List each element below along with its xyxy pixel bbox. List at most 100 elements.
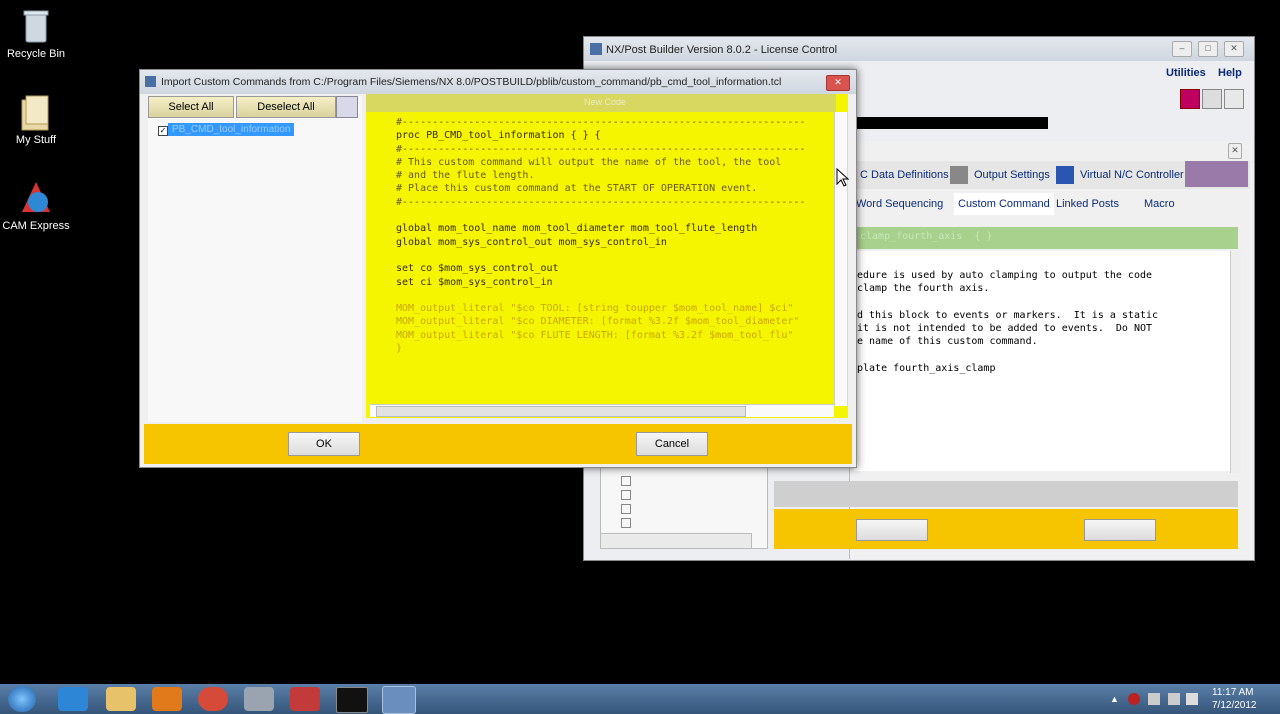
code-line: #---------------------------------------… (396, 196, 806, 208)
subtab-linked-posts[interactable]: Linked Posts (1056, 193, 1119, 215)
start-button-icon[interactable] (8, 686, 36, 712)
window-title: NX/Post Builder Version 8.0.2 - License … (606, 44, 838, 56)
output-settings-icon (950, 166, 968, 184)
mouse-cursor-icon (836, 168, 850, 187)
code-line: e name of this custom command. (857, 336, 1038, 348)
code-line: clamp the fourth axis. (857, 283, 990, 295)
close-icon[interactable]: ✕ (1224, 41, 1244, 57)
code-line: } (396, 343, 403, 355)
code-pane: New Code #------------------------------… (366, 94, 848, 418)
tray-app-icon[interactable] (1128, 693, 1140, 705)
subtab-macro[interactable]: Macro (1144, 193, 1175, 215)
tab-data-definitions[interactable]: C Data Definitions (854, 161, 955, 189)
license-action-button-2[interactable] (1084, 519, 1156, 541)
code-line: MOM_output_literal "$co TOOL: [string to… (396, 303, 794, 315)
clock-date[interactable]: 7/12/2012 (1212, 700, 1257, 711)
scrollbar-thumb[interactable] (376, 406, 746, 417)
cancel-button[interactable]: Cancel (636, 432, 708, 456)
post-builder-taskbar-icon[interactable] (382, 686, 416, 714)
desktop-icon-recycle-bin[interactable]: Recycle Bin (0, 6, 72, 60)
tree-scrollbar[interactable] (600, 533, 752, 549)
code-line: MOM_output_literal "$co FLUTE LENGTH: [f… (396, 329, 794, 341)
tabs-row: C Data Definitions Output Settings Virtu… (854, 161, 1250, 189)
tray-device-icon[interactable] (1168, 693, 1180, 705)
recycle-bin-icon (16, 6, 56, 46)
code-horizontal-scrollbar[interactable] (370, 404, 834, 417)
code-header: New Code (366, 94, 836, 112)
code-line: # Place this custom command at the START… (396, 183, 758, 195)
code-header-label: New Code (584, 97, 627, 107)
tree-item-selected[interactable]: PB_CMD_tool_information (168, 123, 295, 136)
code-line: it is not intended to be added to events… (857, 323, 1153, 335)
inner-close-icon[interactable]: ✕ (1228, 143, 1242, 159)
menu-utilities[interactable]: Utilities (1166, 67, 1206, 79)
tool-icon[interactable] (1224, 89, 1244, 109)
command-header-text: clamp_fourth_axis { } (860, 231, 993, 242)
tab-virtual-nc-controller[interactable]: Virtual N/C Controller (1074, 161, 1190, 189)
tab-filler (1185, 161, 1248, 187)
outlook-icon[interactable] (152, 687, 182, 711)
tray-arrow-icon[interactable]: ▲ (1110, 694, 1119, 704)
code-vertical-scrollbar[interactable] (834, 112, 847, 406)
tray-volume-icon[interactable] (1186, 693, 1198, 705)
tree-node-icon (621, 490, 631, 500)
code-line: MOM_output_literal "$co DIAMETER: [forma… (396, 316, 800, 328)
tab-output-settings[interactable]: Output Settings (968, 161, 1056, 189)
chrome-icon[interactable] (198, 687, 228, 711)
clock-time[interactable]: 11:17 AM (1212, 687, 1254, 698)
command-prompt-icon[interactable] (336, 687, 368, 713)
subtab-custom-command[interactable]: Custom Command (954, 193, 1054, 215)
action-bar (774, 509, 1238, 549)
cam-express-taskbar-icon[interactable] (290, 687, 320, 711)
ok-button[interactable]: OK (288, 432, 360, 456)
app-icon[interactable] (244, 687, 274, 711)
desktop-icon-label: CAM Express (2, 220, 70, 232)
command-code: edure is used by auto clamping to output… (857, 269, 1158, 375)
file-explorer-icon[interactable] (106, 687, 136, 711)
help-icon[interactable] (1180, 89, 1200, 109)
lower-band (774, 481, 1238, 507)
dialog-title: Import Custom Commands from C:/Program F… (161, 76, 782, 88)
maximize-icon[interactable]: □ (1198, 41, 1218, 57)
window-titlebar: NX/Post Builder Version 8.0.2 - License … (584, 37, 1254, 61)
controller-icon (1056, 166, 1074, 184)
info-icon[interactable] (336, 96, 358, 118)
desktop-icon-label: Recycle Bin (6, 48, 66, 60)
select-all-button[interactable]: Select All (148, 96, 234, 118)
dialog-titlebar: Import Custom Commands from C:/Program F… (140, 70, 856, 94)
tree-checkbox[interactable]: ✓ (158, 126, 168, 136)
progress-strip (854, 117, 1048, 129)
dialog-close-icon[interactable]: ✕ (826, 75, 850, 91)
license-action-button-1[interactable] (856, 519, 928, 541)
command-header: clamp_fourth_axis { } (854, 227, 1238, 249)
code-line: # and the flute length. (396, 170, 535, 182)
minimize-icon[interactable]: – (1172, 41, 1192, 57)
code-line: d this block to events or markers. It is… (857, 309, 1159, 321)
desktop-icon-my-stuff[interactable]: My Stuff (0, 92, 72, 146)
code-line: #---------------------------------------… (396, 143, 806, 155)
internet-explorer-icon[interactable] (58, 687, 88, 711)
subtab-word-sequencing[interactable]: Word Sequencing (856, 193, 943, 215)
left-pane: Select All Deselect All ✓ PB_CMD_tool_in… (148, 96, 362, 422)
menu-help[interactable]: Help (1218, 67, 1242, 79)
vertical-scrollbar[interactable] (1230, 251, 1241, 473)
tray-network-icon[interactable] (1148, 693, 1160, 705)
taskbar: ▲ 11:17 AM 7/12/2012 (0, 684, 1280, 714)
dialog-app-icon (145, 76, 156, 87)
desktop-icon-label: My Stuff (15, 134, 57, 146)
code-line: global mom_sys_control_out mom_sys_contr… (396, 236, 667, 248)
deselect-all-button[interactable]: Deselect All (236, 96, 336, 118)
desktop-icon-cam-express[interactable]: CAM Express (0, 178, 72, 232)
code-line: #---------------------------------------… (396, 117, 806, 128)
command-code-area[interactable]: edure is used by auto clamping to output… (854, 251, 1230, 471)
question-icon[interactable] (1202, 89, 1222, 109)
code-text: #---------------------------------------… (396, 116, 834, 355)
cam-express-icon (16, 178, 56, 218)
code-line: global mom_tool_name mom_tool_diameter m… (396, 223, 758, 235)
dialog-button-bar: OK Cancel (144, 424, 852, 464)
